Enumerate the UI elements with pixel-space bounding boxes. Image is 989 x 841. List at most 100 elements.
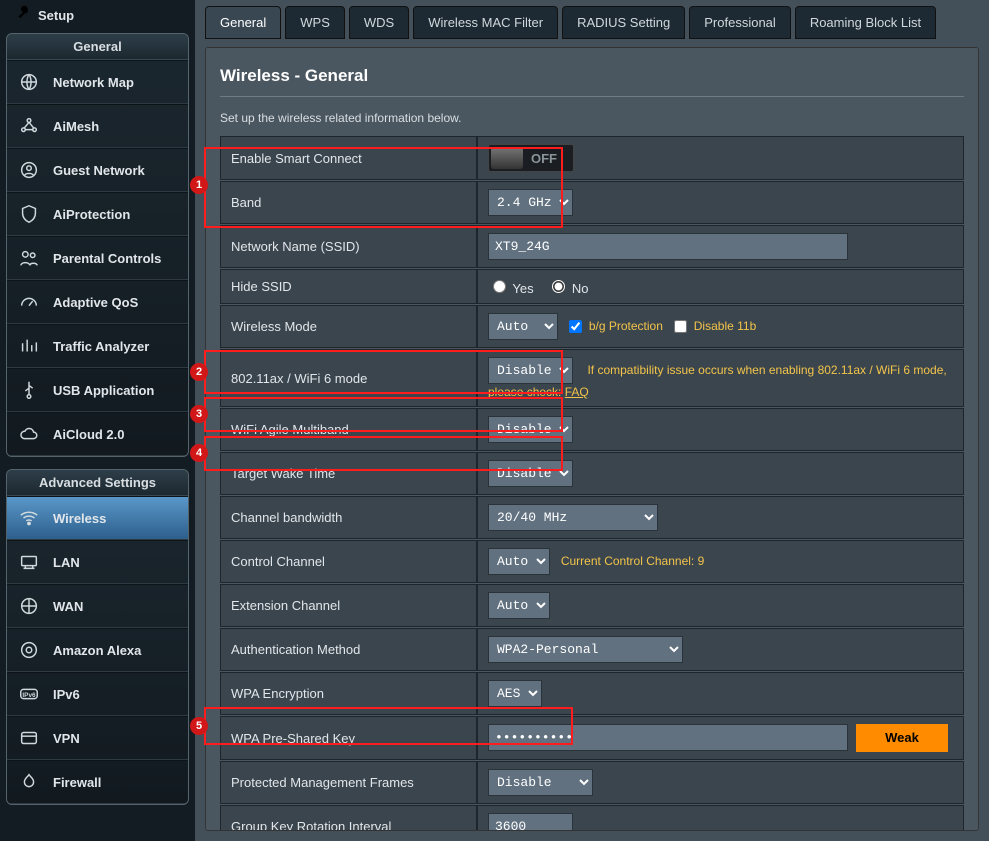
sidebar-item-label: Parental Controls [53, 251, 161, 266]
sidebar-item-traffic-analyzer[interactable]: Traffic Analyzer [7, 324, 188, 368]
group-key-interval-input[interactable] [488, 813, 573, 831]
hide-ssid-yes-option[interactable]: Yes [488, 281, 534, 296]
smart-connect-toggle[interactable]: OFF [488, 144, 574, 172]
sidebar-item-usb-application[interactable]: USB Application [7, 368, 188, 412]
sidebar-item-label: VPN [53, 731, 80, 746]
lan-icon [15, 551, 43, 573]
panel-title: Wireless - General [220, 66, 964, 97]
tab-roaming-block-list[interactable]: Roaming Block List [795, 6, 936, 39]
hide-ssid-yes-radio[interactable] [493, 280, 506, 293]
sidebar-item-wireless[interactable]: Wireless [7, 496, 188, 540]
mesh-icon [15, 115, 43, 137]
channel-bandwidth-label: Channel bandwidth [220, 496, 477, 539]
wan-icon [15, 595, 43, 617]
sidebar-item-label: Traffic Analyzer [53, 339, 149, 354]
control-channel-label: Control Channel [220, 540, 477, 583]
sidebar-item-aiprotection[interactable]: AiProtection [7, 192, 188, 236]
sidebar-item-lan[interactable]: LAN [7, 540, 188, 584]
agile-multiband-select[interactable]: Disable [488, 416, 573, 443]
sidebar-item-aimesh[interactable]: AiMesh [7, 104, 188, 148]
toggle-knob [491, 147, 523, 169]
disable-11b-label: Disable 11b [694, 319, 756, 333]
sidebar-item-amazon-alexa[interactable]: Amazon Alexa [7, 628, 188, 672]
sidebar-item-firewall[interactable]: Firewall [7, 760, 188, 804]
sidebar-item-label: AiCloud 2.0 [53, 427, 125, 442]
gauge-icon [15, 291, 43, 313]
wrench-icon [14, 4, 38, 27]
hide-ssid-no-option[interactable]: No [547, 281, 588, 296]
sidebar-item-label: Firewall [53, 775, 101, 790]
globe-network-icon [15, 71, 43, 93]
control-channel-select[interactable]: Auto [488, 548, 550, 575]
agile-multiband-label: WiFi Agile Multiband [220, 408, 477, 451]
sidebar-item-label: Network Map [53, 75, 134, 90]
sidebar-item-label: AiMesh [53, 119, 99, 134]
sidebar-top-label: Setup [38, 8, 74, 23]
sidebar-item-label: WAN [53, 599, 83, 614]
family-icon [15, 247, 43, 269]
wpa-encryption-select[interactable]: AES [488, 680, 542, 707]
wpa-psk-input[interactable] [488, 724, 848, 751]
disable-11b-checkbox[interactable] [674, 320, 687, 333]
sidebar-item-ipv6[interactable]: IPv6 IPv6 [7, 672, 188, 716]
hide-ssid-no-radio[interactable] [552, 280, 565, 293]
sidebar-item-wan[interactable]: WAN [7, 584, 188, 628]
auth-method-select[interactable]: WPA2-Personal [488, 636, 683, 663]
band-label: Band [220, 181, 477, 224]
ipv6-icon: IPv6 [15, 683, 43, 705]
target-wake-time-label: Target Wake Time [220, 452, 477, 495]
sidebar-advanced-panel: Advanced Settings Wireless LAN WAN Amazo… [6, 469, 189, 805]
ssid-label: Network Name (SSID) [220, 225, 477, 268]
panel-subtitle: Set up the wireless related information … [220, 97, 964, 135]
pmf-select[interactable]: Disable [488, 769, 593, 796]
sidebar-item-label: IPv6 [53, 687, 80, 702]
wireless-mode-select[interactable]: Auto [488, 313, 558, 340]
pmf-label: Protected Management Frames [220, 761, 477, 804]
sidebar-top-item[interactable]: Setup [6, 4, 189, 33]
sidebar-item-vpn[interactable]: VPN [7, 716, 188, 760]
sidebar-item-aicloud[interactable]: AiCloud 2.0 [7, 412, 188, 456]
sidebar-advanced-title: Advanced Settings [7, 470, 188, 496]
sidebar-item-parental-controls[interactable]: Parental Controls [7, 236, 188, 280]
tab-radius-setting[interactable]: RADIUS Setting [562, 6, 685, 39]
tab-professional[interactable]: Professional [689, 6, 791, 39]
shield-icon [15, 203, 43, 225]
vpn-icon [15, 727, 43, 749]
sidebar-item-label: LAN [53, 555, 80, 570]
channel-bandwidth-select[interactable]: 20/40 MHz [488, 504, 658, 531]
extension-channel-select[interactable]: Auto [488, 592, 550, 619]
sidebar-general-panel: General Network Map AiMesh Guest Network… [6, 33, 189, 457]
tab-wireless-mac-filter[interactable]: Wireless MAC Filter [413, 6, 558, 39]
band-select[interactable]: 2.4 GHz [488, 189, 573, 216]
tab-wds[interactable]: WDS [349, 6, 409, 39]
cloud-icon [15, 423, 43, 445]
ssid-input[interactable] [488, 233, 848, 260]
sidebar-item-guest-network[interactable]: Guest Network [7, 148, 188, 192]
sidebar: Setup General Network Map AiMesh Guest N… [0, 0, 195, 841]
tab-bar: General WPS WDS Wireless MAC Filter RADI… [205, 0, 979, 47]
svg-text:IPv6: IPv6 [22, 692, 36, 699]
sidebar-item-label: Guest Network [53, 163, 145, 178]
sidebar-general-title: General [7, 34, 188, 60]
bg-protection-label: b/g Protection [589, 319, 663, 333]
wireless-mode-label: Wireless Mode [220, 305, 477, 348]
toggle-state-label: OFF [525, 151, 563, 166]
content-panel: Wireless - General Set up the wireless r… [205, 47, 979, 831]
settings-table: Enable Smart Connect OFF Band 2.4 GHz [220, 135, 964, 831]
bg-protection-checkbox[interactable] [569, 320, 582, 333]
target-wake-time-select[interactable]: Disable [488, 460, 573, 487]
tab-wps[interactable]: WPS [285, 6, 345, 39]
sidebar-item-network-map[interactable]: Network Map [7, 60, 188, 104]
tab-general[interactable]: General [205, 6, 281, 39]
wpa-encryption-label: WPA Encryption [220, 672, 477, 715]
sidebar-item-adaptive-qos[interactable]: Adaptive QoS [7, 280, 188, 324]
group-key-interval-label: Group Key Rotation Interval [220, 805, 477, 831]
wifi6-faq-link[interactable]: FAQ [565, 385, 589, 399]
wifi6-mode-select[interactable]: Disable [488, 357, 573, 384]
smart-connect-label: Enable Smart Connect [220, 136, 477, 180]
control-channel-hint: Current Control Channel: 9 [561, 554, 704, 568]
wpa-psk-label: WPA Pre-Shared Key [220, 716, 477, 760]
extension-channel-label: Extension Channel [220, 584, 477, 627]
bars-icon [15, 335, 43, 357]
main-area: 1 2 3 4 5 General WPS WDS Wireless MAC F… [195, 0, 989, 841]
